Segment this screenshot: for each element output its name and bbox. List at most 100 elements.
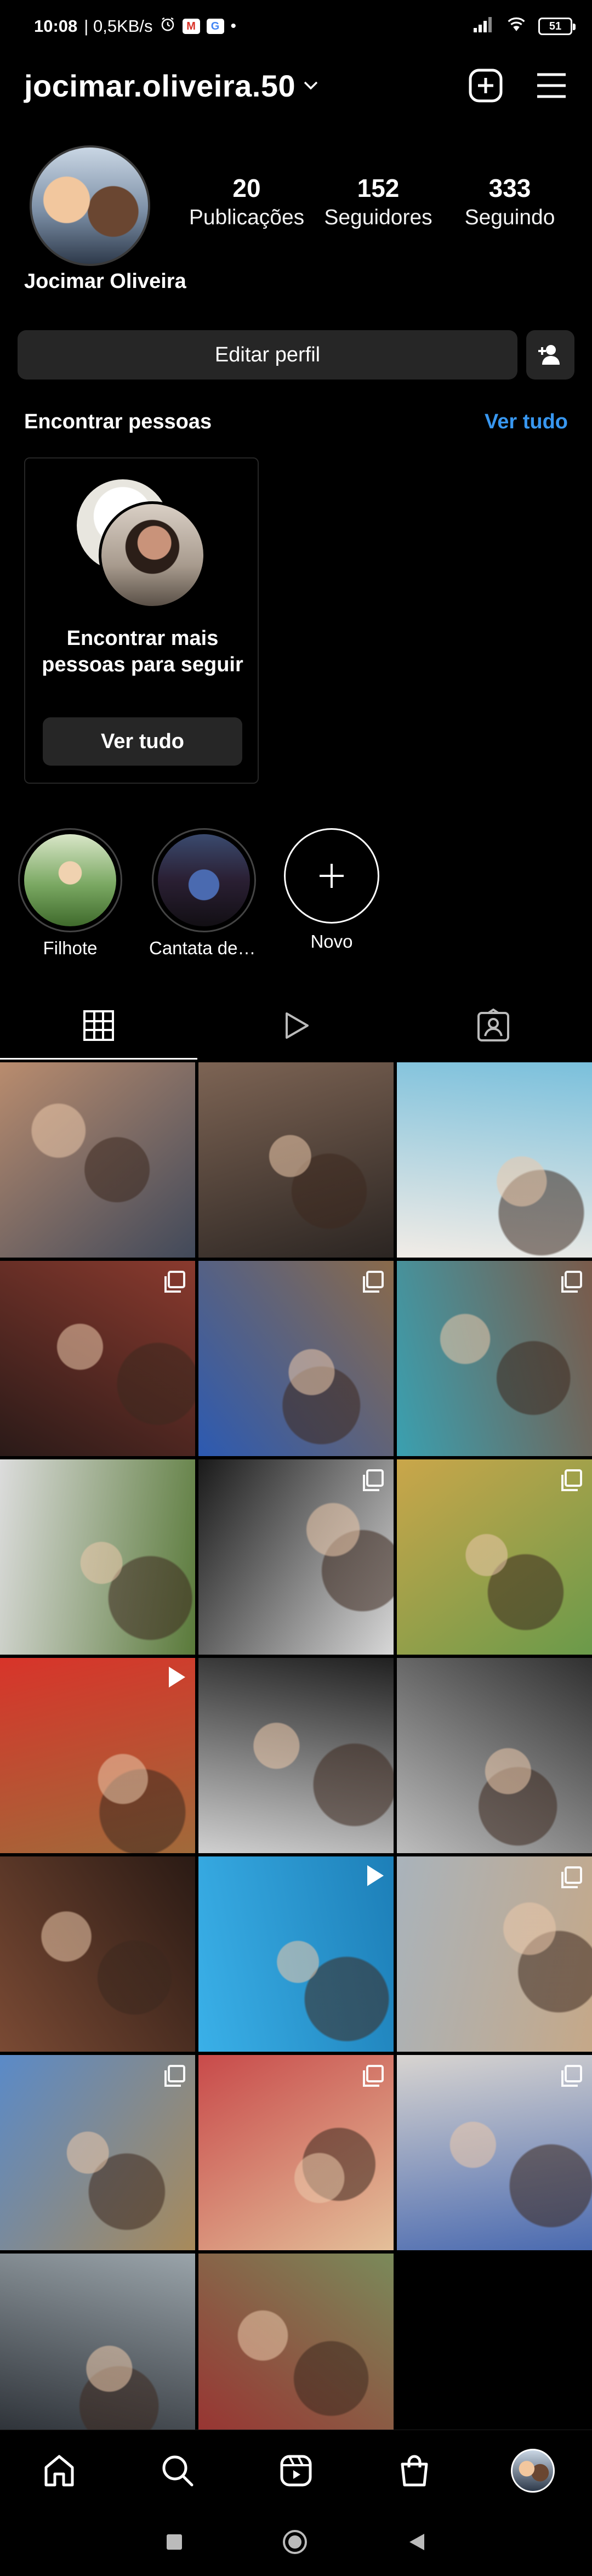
edit-profile-button[interactable]: Editar perfil [18, 330, 517, 380]
highlight-label: Cantata de N… [149, 938, 259, 958]
recents-icon[interactable] [165, 2533, 184, 2554]
clock: 10:08 [34, 16, 78, 36]
network-speed: | 0,5KB/s [84, 16, 153, 36]
post-thumbnail[interactable] [0, 1261, 195, 1456]
post-thumbnail[interactable] [198, 1459, 394, 1655]
post-thumbnail[interactable] [397, 1261, 592, 1456]
bottom-navigation [0, 2430, 592, 2511]
tab-reels[interactable] [197, 992, 395, 1060]
full-name: Jocimar Oliveira [24, 270, 186, 293]
highlight-filhote[interactable]: Filhote [15, 828, 125, 959]
carousel-icon [164, 1271, 185, 1293]
post-thumbnail[interactable] [198, 1658, 394, 1853]
plus-icon [284, 828, 379, 924]
gmail-icon: M [182, 19, 200, 34]
menu-icon[interactable] [535, 71, 568, 100]
grid-icon [83, 1010, 114, 1041]
stat-value: 333 [488, 174, 531, 202]
post-thumbnail[interactable] [198, 1261, 394, 1456]
highlight-cover [158, 834, 250, 926]
post-thumbnail[interactable] [397, 1459, 592, 1655]
suggestion-see-all-button[interactable]: Ver tudo [43, 717, 242, 766]
system-navigation [0, 2511, 592, 2576]
post-thumbnail[interactable] [397, 2055, 592, 2250]
suggestion-avatar-front [99, 501, 206, 609]
reel-play-icon [367, 1865, 384, 1886]
profile-avatar[interactable] [30, 145, 150, 266]
stat-label: Seguindo [464, 205, 555, 229]
post-thumbnail[interactable] [198, 2254, 394, 2449]
carousel-icon [561, 2065, 582, 2087]
profile-tabs [0, 992, 592, 1060]
back-icon[interactable] [406, 2532, 427, 2555]
stat-value: 152 [357, 174, 400, 202]
discover-see-all-link[interactable]: Ver tudo [485, 410, 568, 434]
post-grid [0, 1062, 592, 2449]
nav-shop[interactable] [355, 2453, 474, 2488]
post-thumbnail[interactable] [0, 1062, 195, 1258]
post-thumbnail[interactable] [0, 1856, 195, 2052]
add-person-icon [538, 345, 560, 365]
highlight-cantata[interactable]: Cantata de N… [149, 828, 259, 959]
discover-people-header: Encontrar pessoas Ver tudo [24, 410, 568, 434]
post-thumbnail[interactable] [397, 1062, 592, 1258]
highlight-new[interactable]: Novo [277, 828, 386, 952]
stat-seguindo[interactable]: 333 Seguindo [444, 174, 576, 230]
suggestion-card: Encontrar mais pessoas para seguir Ver t… [24, 457, 259, 784]
tab-posts-grid[interactable] [0, 992, 197, 1060]
story-highlights: Filhote Cantata de N… Novo [0, 828, 592, 971]
status-bar: 10:08 | 0,5KB/s M G • 51 [0, 0, 592, 53]
highlight-label: Novo [310, 931, 353, 952]
post-thumbnail[interactable] [397, 1856, 592, 2052]
nav-home[interactable] [0, 2453, 118, 2488]
nav-reels[interactable] [237, 2453, 355, 2488]
signal-icon [473, 16, 494, 37]
google-assistant-icon: G [206, 19, 224, 34]
carousel-icon [164, 2065, 185, 2087]
username-switcher[interactable]: jocimar.oliveira.50 [24, 68, 295, 104]
post-thumbnail[interactable] [198, 2055, 394, 2250]
discover-people-button[interactable] [526, 330, 574, 380]
reels-icon [286, 1012, 309, 1039]
tab-tagged[interactable] [395, 992, 592, 1060]
shop-icon [401, 2455, 428, 2486]
profile-stats: 20 Publicações 152 Seguidores 333 Seguin… [181, 174, 576, 230]
carousel-icon [363, 2065, 384, 2087]
suggestion-text: Encontrar mais pessoas para seguir [42, 627, 243, 676]
profile-avatar-small [511, 2448, 555, 2493]
post-thumbnail[interactable] [198, 1856, 394, 2052]
profile-actions: Editar perfil [18, 330, 574, 380]
carousel-icon [363, 1271, 384, 1293]
carousel-icon [561, 1469, 582, 1491]
dot-icon: • [230, 17, 237, 35]
nav-profile[interactable] [474, 2448, 592, 2493]
search-icon [162, 2455, 193, 2486]
post-thumbnail[interactable] [0, 1459, 195, 1655]
profile-header: jocimar.oliveira.50 [0, 53, 592, 118]
new-post-icon[interactable] [468, 68, 503, 103]
wifi-icon [505, 15, 527, 37]
reel-play-icon [169, 1667, 185, 1688]
home-icon [44, 2455, 74, 2486]
home-circle-icon[interactable] [281, 2528, 309, 2558]
battery-icon: 51 [538, 18, 576, 35]
carousel-icon [363, 1469, 384, 1491]
post-thumbnail[interactable] [0, 2254, 195, 2449]
post-thumbnail[interactable] [0, 2055, 195, 2250]
carousel-icon [561, 1866, 582, 1888]
highlight-cover [24, 834, 116, 926]
stat-value: 20 [232, 174, 261, 202]
post-thumbnail[interactable] [397, 1658, 592, 1853]
carousel-icon [561, 1271, 582, 1293]
stat-publicacoes[interactable]: 20 Publicações [181, 174, 312, 230]
tagged-icon [477, 1009, 509, 1041]
discover-title: Encontrar pessoas [24, 410, 212, 433]
nav-search[interactable] [118, 2453, 237, 2488]
post-thumbnail[interactable] [198, 1062, 394, 1258]
stat-seguidores[interactable]: 152 Seguidores [312, 174, 444, 230]
stat-label: Seguidores [324, 205, 432, 229]
battery-level: 51 [549, 20, 562, 32]
post-thumbnail[interactable] [0, 1658, 195, 1853]
chevron-down-icon[interactable] [303, 76, 318, 95]
highlight-label: Filhote [43, 938, 98, 958]
